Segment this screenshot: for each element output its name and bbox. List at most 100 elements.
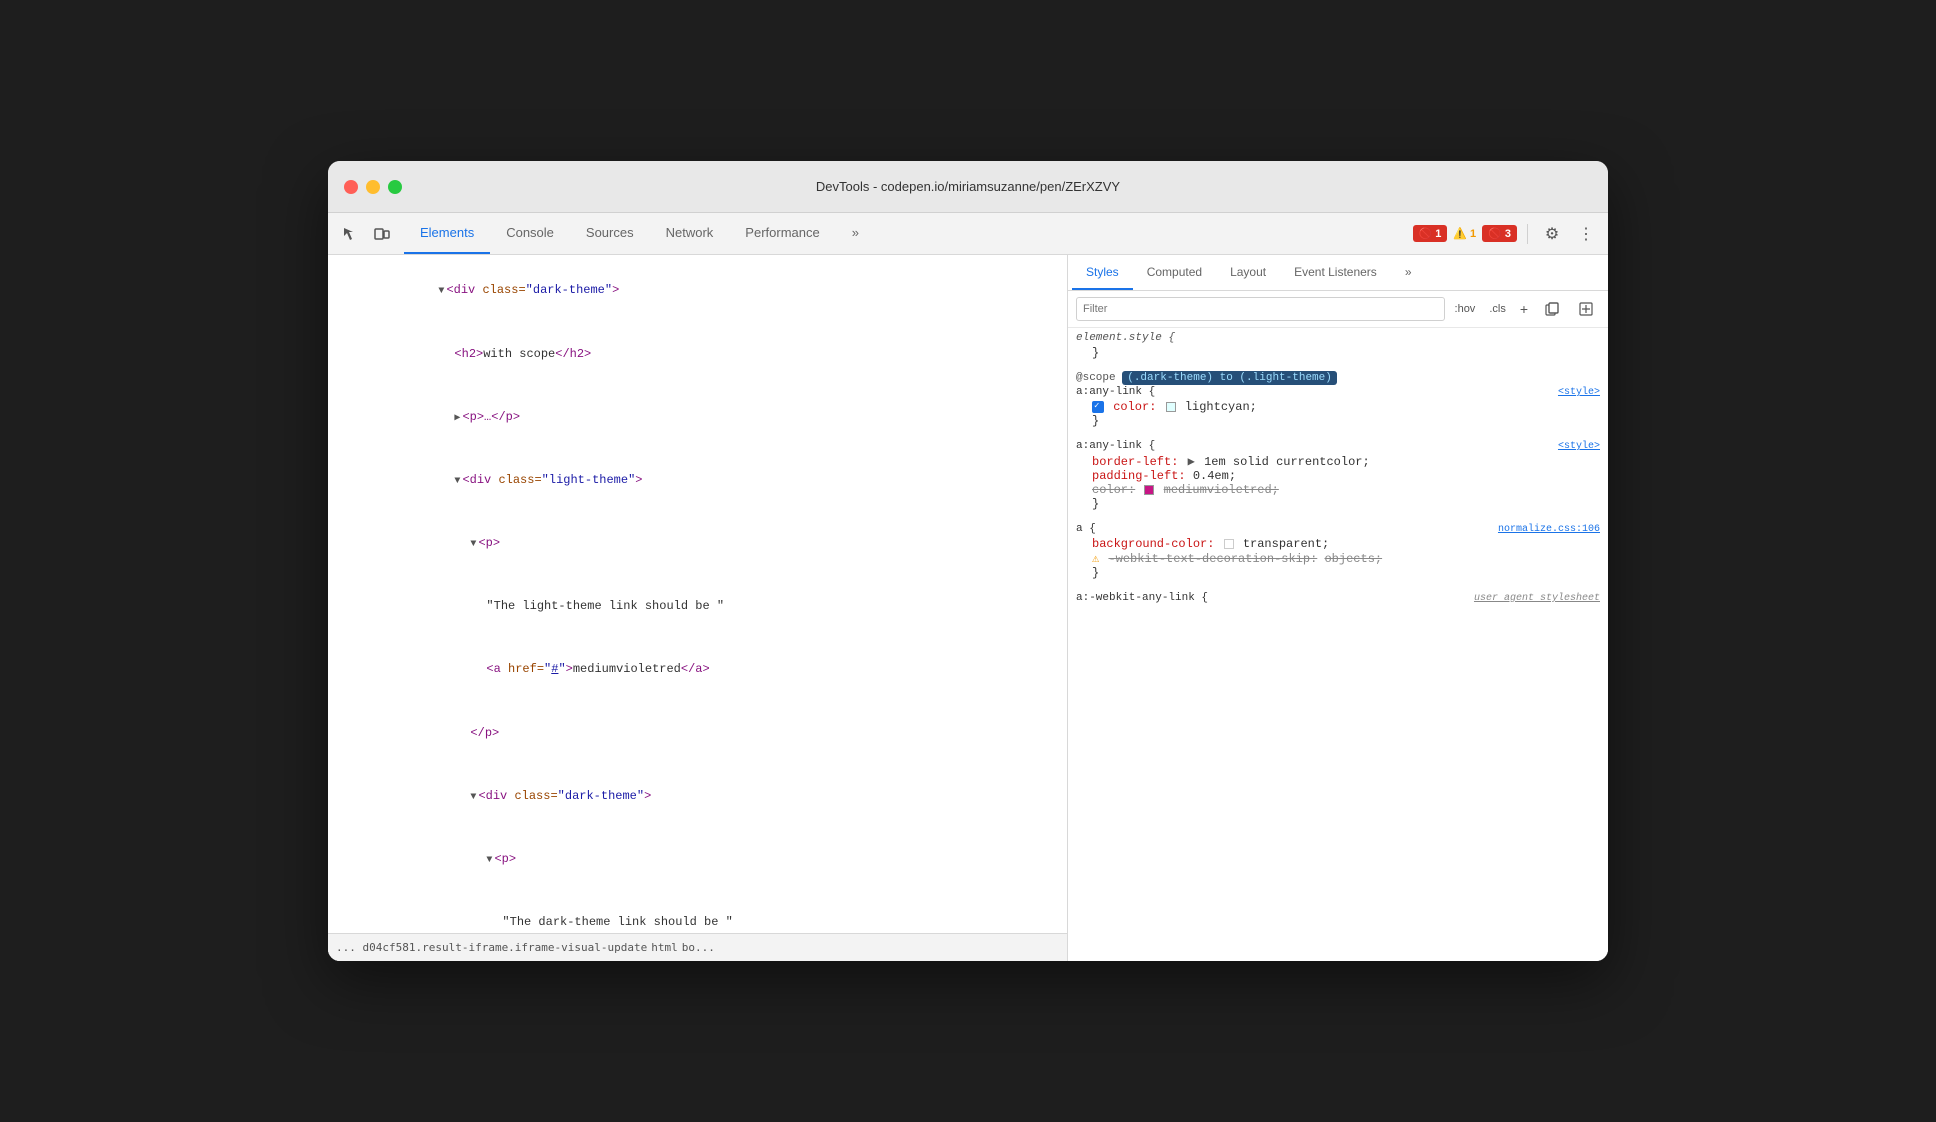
collapse-arrow[interactable]: ▼	[454, 476, 460, 487]
triangle-icon: ▶	[1188, 455, 1195, 469]
breadcrumb-bo[interactable]: bo	[682, 941, 695, 954]
breadcrumb-dots: ...	[695, 941, 715, 954]
tab-computed[interactable]: Computed	[1133, 255, 1216, 290]
rule-header: a:any-link { <style>	[1076, 440, 1600, 452]
styles-panel: Styles Computed Layout Event Listeners »…	[1068, 255, 1608, 961]
devtools: Elements Console Sources Network Perform…	[328, 213, 1608, 961]
html-line[interactable]: ▶<p>…</p>	[328, 385, 1067, 448]
css-rule-webkit-any-link: a:-webkit-any-link { user agent styleshe…	[1076, 592, 1600, 604]
collapse-arrow[interactable]: ▼	[470, 792, 476, 803]
tab-sources[interactable]: Sources	[570, 213, 650, 254]
error-icon: 🚫	[1419, 227, 1433, 240]
breadcrumb-text: ... d04cf581.result-iframe.iframe-visual…	[336, 941, 647, 954]
device-toolbar-icon[interactable]	[368, 220, 396, 248]
add-rule-button[interactable]: +	[1516, 301, 1532, 317]
breadcrumb-bar: ... d04cf581.result-iframe.iframe-visual…	[328, 933, 1067, 961]
rule-close: }	[1076, 566, 1600, 580]
styles-content[interactable]: element.style { } @scope (.dark-theme) t…	[1068, 328, 1608, 961]
toolbar-icons	[336, 220, 396, 248]
tab-more-styles[interactable]: »	[1391, 255, 1426, 290]
property-checkbox[interactable]	[1092, 401, 1104, 413]
css-property: color: lightcyan;	[1076, 400, 1600, 414]
color-swatch-transparent[interactable]	[1224, 539, 1234, 549]
collapse-arrow[interactable]: ▼	[438, 286, 444, 297]
color-swatch-mediumvioletred[interactable]	[1144, 485, 1154, 495]
tab-network[interactable]: Network	[650, 213, 730, 254]
tab-console[interactable]: Console	[490, 213, 570, 254]
tab-styles[interactable]: Styles	[1072, 255, 1133, 290]
scope-at-rule: @scope (.dark-theme) to (.light-theme)	[1076, 372, 1600, 384]
html-line[interactable]: "The dark-theme link should be "	[328, 891, 1067, 933]
minimize-button[interactable]	[366, 180, 380, 194]
toolbar-right: 🚫 1 ⚠️ 1 🚫 3 ⚙ ⋮	[1413, 220, 1600, 248]
issues-badge[interactable]: 🚫 3	[1482, 225, 1517, 242]
new-style-rule-button[interactable]	[1572, 295, 1600, 323]
css-property-bg: background-color: transparent;	[1076, 537, 1600, 551]
css-property-border: border-left: ▶ 1em solid currentcolor;	[1076, 454, 1600, 469]
styles-tabs: Styles Computed Layout Event Listeners »	[1068, 255, 1608, 291]
rule-source[interactable]: <style>	[1558, 441, 1600, 452]
html-line[interactable]: "The light-theme link should be "	[328, 575, 1067, 638]
rule-selector[interactable]: a:-webkit-any-link {	[1076, 592, 1208, 604]
rule-selector[interactable]: a:any-link {	[1076, 440, 1155, 452]
filter-input[interactable]	[1076, 297, 1445, 321]
rule-selector[interactable]: a:any-link {	[1076, 386, 1155, 398]
rule-close: }	[1076, 346, 1600, 360]
html-line[interactable]: ▼<div class="dark-theme">	[328, 764, 1067, 827]
close-button[interactable]	[344, 180, 358, 194]
elements-panel: ▼<div class="dark-theme"> <h2>with scope…	[328, 255, 1068, 961]
css-rule-scope: @scope (.dark-theme) to (.light-theme) a…	[1076, 372, 1600, 428]
more-options-button[interactable]: ⋮	[1572, 220, 1600, 248]
css-rule-element-style: element.style { }	[1076, 332, 1600, 360]
tab-more[interactable]: »	[836, 213, 875, 254]
tab-performance[interactable]: Performance	[729, 213, 835, 254]
styles-toolbar: :hov .cls +	[1068, 291, 1608, 328]
copy-styles-button[interactable]	[1538, 295, 1566, 323]
titlebar: DevTools - codepen.io/miriamsuzanne/pen/…	[328, 161, 1608, 213]
html-line[interactable]: ▼<div class="dark-theme">	[328, 259, 1067, 322]
collapse-arrow[interactable]: ▼	[470, 539, 476, 550]
rule-source[interactable]: normalize.css:106	[1498, 524, 1600, 535]
rule-header: a:any-link { <style>	[1076, 386, 1600, 398]
scope-highlight: (.dark-theme) to (.light-theme)	[1122, 371, 1337, 385]
html-line[interactable]: <h2>with scope</h2>	[328, 322, 1067, 385]
warning-icon: ⚠️	[1453, 227, 1467, 240]
rule-header: a { normalize.css:106	[1076, 523, 1600, 535]
html-line[interactable]: ▼<div class="light-theme">	[328, 449, 1067, 512]
tab-elements[interactable]: Elements	[404, 213, 490, 254]
maximize-button[interactable]	[388, 180, 402, 194]
main-tabs: Elements Console Sources Network Perform…	[404, 213, 1413, 254]
warning-count: 1	[1470, 228, 1476, 240]
css-property-padding: padding-left: 0.4em;	[1076, 469, 1600, 483]
traffic-lights	[344, 180, 402, 194]
collapse-arrow[interactable]: ▼	[486, 855, 492, 866]
html-line[interactable]: <a href="#">mediumvioletred</a>	[328, 638, 1067, 701]
inspect-icon[interactable]	[336, 220, 364, 248]
rule-close: }	[1076, 414, 1600, 428]
tab-event-listeners[interactable]: Event Listeners	[1280, 255, 1391, 290]
rule-source[interactable]: <style>	[1558, 387, 1600, 398]
html-line[interactable]: </p>	[328, 701, 1067, 764]
main-toolbar: Elements Console Sources Network Perform…	[328, 213, 1608, 255]
window-title: DevTools - codepen.io/miriamsuzanne/pen/…	[816, 179, 1120, 194]
elements-content[interactable]: ▼<div class="dark-theme"> <h2>with scope…	[328, 255, 1067, 933]
html-line[interactable]: ▼<p>	[328, 512, 1067, 575]
rule-header: a:-webkit-any-link { user agent styleshe…	[1076, 592, 1600, 604]
expand-arrow[interactable]: ▶	[454, 413, 460, 424]
rule-close: }	[1076, 497, 1600, 511]
separator	[1527, 224, 1528, 244]
rule-selector[interactable]: a {	[1076, 523, 1096, 535]
color-swatch-lightcyan[interactable]	[1166, 402, 1176, 412]
devtools-window: DevTools - codepen.io/miriamsuzanne/pen/…	[328, 161, 1608, 961]
cls-button[interactable]: .cls	[1485, 301, 1510, 317]
warning-badge[interactable]: ⚠️ 1	[1453, 227, 1476, 240]
error-count: 1	[1435, 228, 1441, 240]
rule-header: element.style {	[1076, 332, 1600, 344]
rule-selector[interactable]: element.style {	[1076, 332, 1175, 344]
settings-button[interactable]: ⚙	[1538, 220, 1566, 248]
error-badge[interactable]: 🚫 1	[1413, 225, 1448, 242]
breadcrumb-html[interactable]: html	[651, 941, 678, 954]
html-line[interactable]: ▼<p>	[328, 828, 1067, 891]
hov-button[interactable]: :hov	[1451, 301, 1480, 317]
tab-layout[interactable]: Layout	[1216, 255, 1280, 290]
